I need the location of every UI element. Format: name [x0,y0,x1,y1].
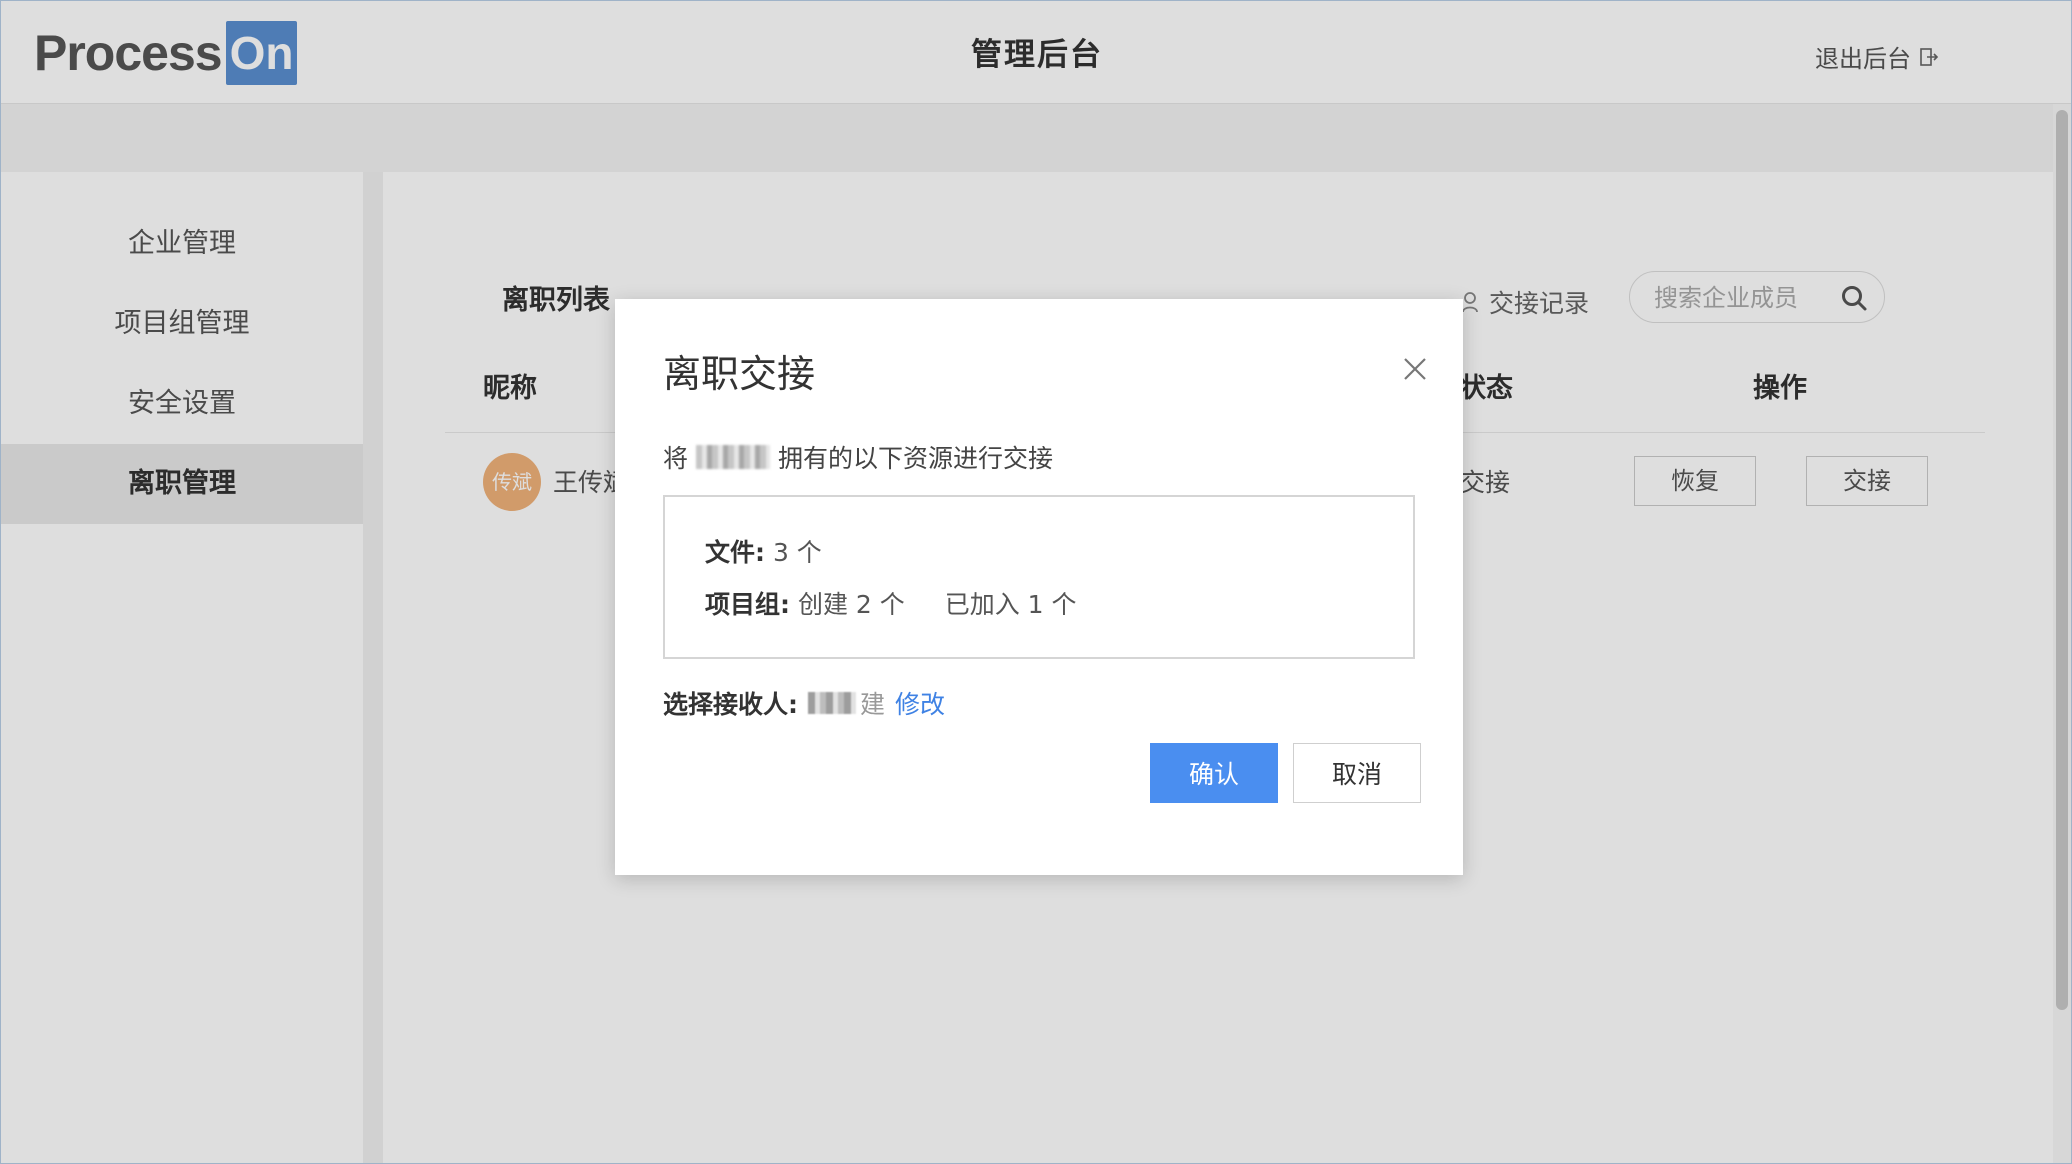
files-value: 3 个 [772,538,822,567]
resource-summary-box: 文件: 3 个 项目组: 创建 2 个 已加入 1 个 [663,495,1415,659]
groups-summary: 项目组: 创建 2 个 已加入 1 个 [705,585,1077,621]
modify-receiver-link[interactable]: 修改 [895,685,945,721]
dialog-description: 将 拥有的以下资源进行交接 [663,439,1053,475]
groups-joined: 已加入 1 个 [944,590,1077,619]
groups-created: 创建 2 个 [797,590,905,619]
desc-prefix: 将 [663,444,689,473]
handover-dialog: 离职交接 将 拥有的以下资源进行交接 文件: 3 个 项目组: 创建 2 个 已… [615,299,1463,875]
receiver-row: 选择接收人: 建 修改 [663,685,945,721]
groups-label: 项目组: [705,590,790,619]
dialog-title: 离职交接 [663,352,816,396]
cancel-button[interactable]: 取消 [1293,743,1421,803]
receiver-label: 选择接收人: [663,690,798,719]
files-summary: 文件: 3 个 [705,533,822,569]
desc-suffix: 拥有的以下资源进行交接 [778,444,1054,473]
redacted-member-name [696,445,771,469]
app-window: Process On 管理后台 退出后台 企业管理 项目组管理 安全设置 离职管… [0,0,2072,1164]
confirm-button[interactable]: 确认 [1150,743,1278,803]
receiver-name-tail: 建 [860,690,886,719]
files-label: 文件: [705,538,765,567]
close-icon[interactable] [1401,355,1429,383]
redacted-receiver-name [808,692,856,714]
